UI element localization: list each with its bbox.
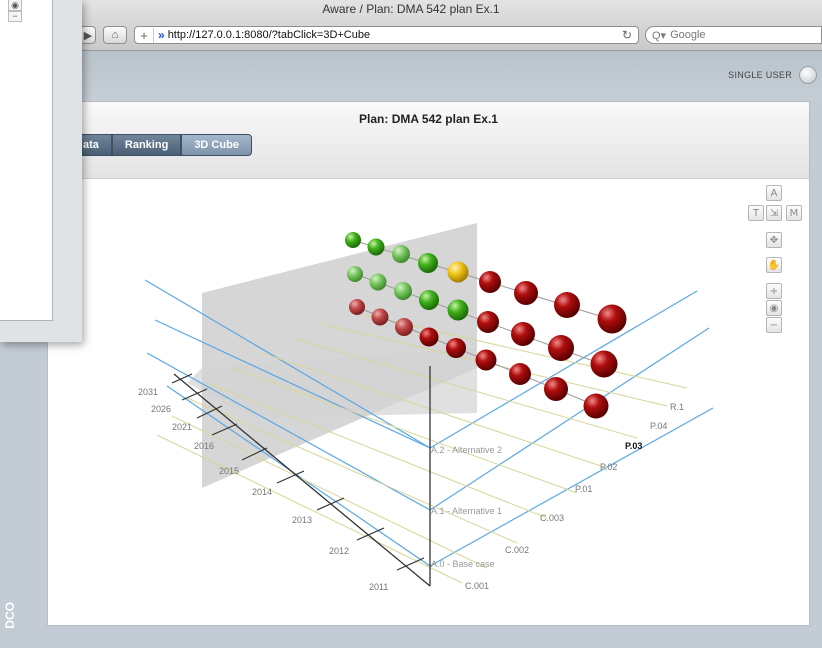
year-label: 2012 (329, 546, 349, 556)
sphere (349, 299, 365, 315)
sphere (395, 318, 413, 336)
alternative-label: A.0 - Base case (431, 559, 495, 569)
sphere (511, 322, 535, 346)
criteria-label: R.1 (670, 402, 684, 412)
criteria-label: C.001 (465, 581, 489, 591)
year-label: 2015 (219, 466, 239, 476)
view-reset-button[interactable]: ⇲ (766, 205, 782, 221)
reload-icon[interactable]: ↻ (622, 28, 632, 42)
sphere (447, 299, 469, 321)
zoom-out-icon[interactable]: − (8, 11, 22, 22)
cube-canvas[interactable]: 2031 2026 2021 2016 2015 2014 2013 2012 … (47, 178, 810, 626)
sphere (369, 273, 387, 291)
view-m-button[interactable]: M (786, 205, 802, 221)
criteria-label: C.003 (540, 513, 564, 523)
sphere (371, 308, 389, 326)
sphere (392, 245, 410, 263)
criteria-label: C.002 (505, 545, 529, 555)
criteria-label: P.04 (650, 421, 667, 431)
alternative-label: A.2 - Alternative 2 (431, 445, 502, 455)
hand-icon[interactable]: ✋ (766, 257, 782, 273)
sphere (509, 363, 531, 385)
sphere (446, 338, 466, 358)
sphere (394, 282, 412, 300)
user-mode-toggle[interactable] (799, 66, 817, 84)
sphere (475, 349, 497, 371)
address-bar[interactable]: + » http://127.0.0.1:8080/?tabClick=3D+C… (134, 26, 639, 44)
year-label: 2031 (138, 387, 158, 397)
app-header (0, 51, 822, 101)
year-label: 2026 (151, 404, 171, 414)
globe-icon[interactable]: ◉ (766, 300, 782, 316)
alternative-label: A.1 - Alternative 1 (431, 506, 502, 516)
sphere (514, 281, 538, 305)
app-logo: DCO (3, 602, 17, 629)
sphere (419, 290, 439, 310)
sphere (367, 238, 385, 256)
sphere (544, 377, 568, 401)
search-input[interactable]: Q▾ Google (645, 26, 822, 44)
back-icon: ▶ (83, 29, 93, 42)
home-icon: ⌂ (111, 29, 119, 41)
view-a-button[interactable]: A (766, 185, 782, 201)
window-title: Aware / Plan: DMA 542 plan Ex.1 (322, 2, 500, 16)
criteria-label: P.03 (625, 441, 642, 451)
sphere (583, 393, 609, 419)
background-window[interactable]: ◉ − (0, 0, 82, 342)
sphere (419, 327, 439, 347)
tab-ranking[interactable]: Ranking (111, 134, 182, 156)
sphere (554, 292, 580, 318)
year-label: 2016 (194, 441, 214, 451)
sphere (447, 261, 469, 283)
sphere (418, 253, 438, 273)
back-button[interactable]: ▶ (80, 26, 96, 44)
site-icon: » (158, 28, 165, 42)
sphere (477, 311, 499, 333)
sphere (548, 335, 574, 361)
view-controls: A T ⇲ M ✥ ✋ + ◉ − (748, 185, 810, 345)
view-top-button[interactable]: T (748, 205, 764, 221)
globe-icon[interactable]: ◉ (8, 0, 22, 11)
home-button[interactable]: ⌂ (103, 26, 127, 44)
page-title: Plan: DMA 542 plan Ex.1 (359, 112, 498, 126)
criteria-label: P.01 (575, 484, 592, 494)
search-icon: Q▾ (652, 29, 667, 42)
criteria-label: P.02 (600, 462, 617, 472)
tab-3d-cube[interactable]: 3D Cube (181, 134, 252, 156)
zoom-out-button[interactable]: − (766, 317, 782, 333)
sphere (590, 350, 618, 378)
year-label: 2013 (292, 515, 312, 525)
panel-header: Plan: DMA 542 plan Ex.1 ata Ranking 3D C… (48, 102, 809, 179)
background-window-content: ◉ − (0, 0, 53, 321)
search-placeholder: Google (670, 29, 706, 41)
sphere (347, 266, 363, 282)
pan-icon[interactable]: ✥ (766, 232, 782, 248)
sphere (345, 232, 361, 248)
zoom-in-button[interactable]: + (766, 283, 782, 299)
sphere (597, 304, 627, 334)
sphere (479, 271, 501, 293)
add-bookmark-icon[interactable]: + (135, 27, 154, 43)
url-text[interactable]: http://127.0.0.1:8080/?tabClick=3D+Cube (168, 29, 370, 41)
year-label: 2011 (369, 582, 388, 592)
year-label: 2014 (252, 487, 272, 497)
year-label: 2021 (172, 422, 192, 432)
browser-toolbar: Aware / Plan: DMA 542 plan Ex.1 ▶ ⌂ + » … (0, 0, 822, 51)
tab-bar: ata Ranking 3D Cube (76, 134, 252, 156)
mode-label: SINGLE USER (728, 70, 792, 80)
